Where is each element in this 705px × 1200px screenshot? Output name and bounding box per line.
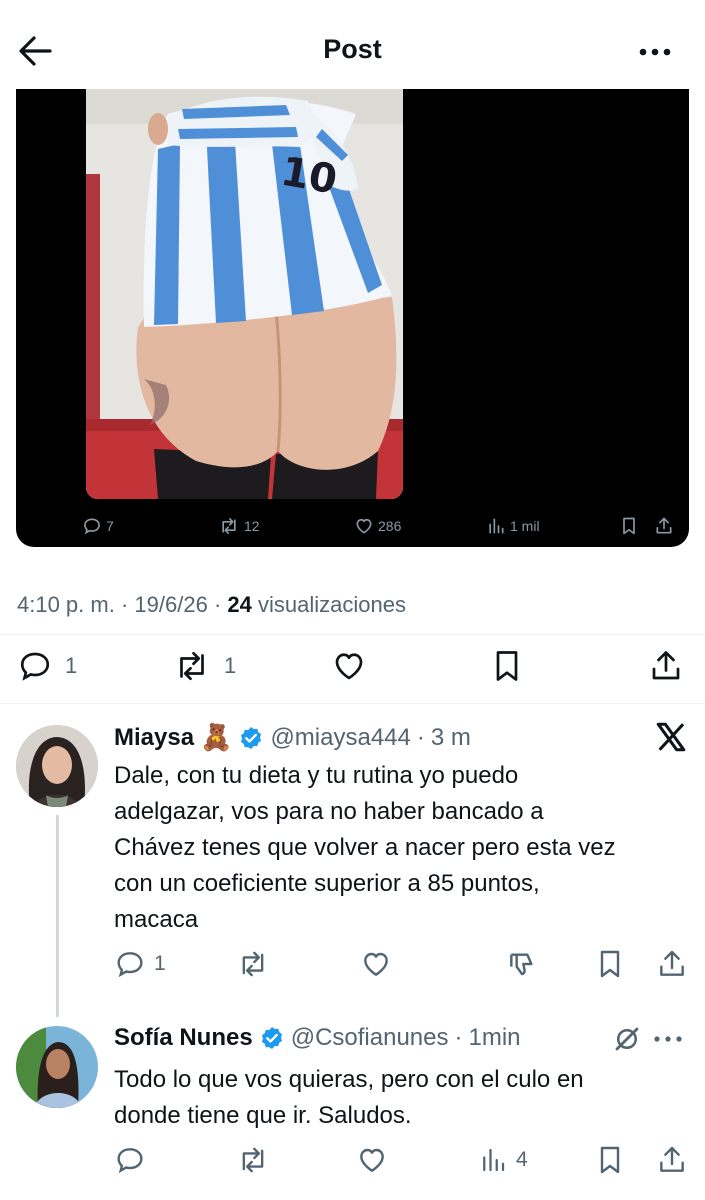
reply-icon bbox=[117, 1148, 143, 1174]
verified-badge-icon bbox=[261, 1026, 282, 1050]
thread-line bbox=[56, 815, 59, 1017]
reply-text: Todo lo que vos quieras, pero con el cul… bbox=[114, 1066, 584, 1129]
share-button[interactable] bbox=[648, 648, 684, 684]
media-repost-button[interactable]: 12 bbox=[218, 513, 260, 539]
bookmark-icon bbox=[600, 1146, 620, 1174]
reply-like-button[interactable] bbox=[356, 1144, 388, 1176]
repost-icon bbox=[180, 651, 204, 681]
media-reply-button[interactable]: 7 bbox=[82, 513, 114, 539]
reply-share-button[interactable] bbox=[656, 1144, 688, 1176]
reply-reply-count: 1 bbox=[154, 952, 166, 975]
reply-share-button[interactable] bbox=[656, 948, 688, 980]
grok-button[interactable] bbox=[612, 1024, 642, 1054]
reply-icon bbox=[84, 518, 100, 535]
avatar[interactable] bbox=[16, 1026, 98, 1108]
reply-header: Sofía Nunes @Csofianunes · 1min bbox=[114, 1024, 521, 1052]
media-views-button[interactable]: 1 mil bbox=[486, 513, 540, 539]
media-share-button[interactable] bbox=[654, 513, 674, 539]
more-horizontal-icon bbox=[639, 48, 671, 56]
heart-icon bbox=[335, 653, 363, 680]
post-views-label: visualizaciones bbox=[258, 592, 406, 617]
media-like-button[interactable]: 286 bbox=[354, 513, 401, 539]
reply-action-bar: 1 bbox=[0, 948, 705, 984]
bookmark-icon bbox=[600, 950, 620, 978]
reply-downvote-button[interactable] bbox=[506, 948, 538, 980]
heart-icon bbox=[364, 952, 388, 976]
repost-icon bbox=[222, 518, 236, 534]
media-views-count: 1 mil bbox=[510, 518, 540, 534]
share-icon bbox=[660, 950, 684, 976]
bar-chart-icon bbox=[483, 1148, 505, 1172]
reply-views-count: 4 bbox=[516, 1148, 528, 1171]
reply-button[interactable]: 1 bbox=[17, 648, 77, 684]
reply-repost-button[interactable] bbox=[236, 948, 270, 980]
reply-bookmark-button[interactable] bbox=[596, 1144, 624, 1176]
x-logo-button[interactable] bbox=[654, 720, 688, 754]
heart-icon bbox=[360, 1148, 384, 1172]
reply-like-button[interactable] bbox=[360, 948, 392, 980]
reply-header: Miaysa 🧸 @miaysa444 · 3 m bbox=[114, 722, 471, 752]
reply-author-name[interactable]: Miaysa bbox=[114, 724, 194, 752]
bar-chart-icon bbox=[489, 518, 504, 534]
media-reply-count: 7 bbox=[106, 518, 114, 534]
reply-author-emoji: 🧸 bbox=[200, 722, 233, 752]
reply-icon bbox=[117, 952, 143, 978]
reply-author-name[interactable]: Sofía Nunes bbox=[114, 1024, 253, 1052]
post-views-count: 24 bbox=[227, 592, 252, 617]
quoted-media-card[interactable]: 10 7 12 286 1 mil bbox=[16, 89, 689, 547]
verified-badge-icon bbox=[241, 726, 262, 749]
page-title: Post bbox=[323, 34, 382, 64]
share-icon bbox=[660, 1146, 684, 1172]
reply-reply-button[interactable]: 1 bbox=[114, 948, 166, 980]
reply-text: Dale, con tu dieta y tu rutina yo puedo … bbox=[114, 762, 616, 933]
x-logo-icon bbox=[656, 722, 686, 752]
post-meta: 4:10 p. m. · 19/6/26 · 24 visualizacione… bbox=[17, 592, 406, 617]
media-action-bar: 7 12 286 1 mil bbox=[16, 513, 689, 539]
media-bookmark-button[interactable] bbox=[620, 513, 638, 539]
reply-author-handle[interactable]: @miaysa444 bbox=[270, 724, 410, 752]
reply-views-button[interactable]: 4 bbox=[478, 1144, 528, 1176]
media-repost-count: 12 bbox=[244, 518, 260, 534]
more-options-button[interactable] bbox=[632, 32, 678, 72]
bookmark-button[interactable] bbox=[490, 648, 524, 684]
share-icon bbox=[656, 517, 672, 534]
reply-repost-button[interactable] bbox=[236, 1144, 270, 1176]
reply-reply-button[interactable] bbox=[114, 1144, 146, 1176]
reply-bookmark-button[interactable] bbox=[596, 948, 624, 980]
post-time: 4:10 p. m. bbox=[17, 592, 115, 617]
like-button[interactable] bbox=[330, 648, 368, 684]
thumbs-down-icon bbox=[510, 953, 533, 976]
reply-action-bar: 4 bbox=[0, 1144, 705, 1180]
more-horizontal-icon bbox=[654, 1036, 682, 1042]
divider bbox=[0, 703, 705, 704]
reply-time: 3 m bbox=[430, 723, 471, 751]
divider bbox=[0, 634, 705, 635]
reply-icon bbox=[20, 652, 50, 681]
reply-author-handle[interactable]: @Csofianunes bbox=[291, 1024, 449, 1052]
bookmark-icon bbox=[623, 517, 635, 535]
grok-icon bbox=[615, 1027, 639, 1051]
reply-time: 1min bbox=[468, 1024, 521, 1051]
post-date: 19/6/26 bbox=[134, 592, 208, 617]
jersey-number: 10 bbox=[278, 149, 341, 204]
reply-more-button[interactable] bbox=[648, 1024, 688, 1054]
repost-icon bbox=[242, 1147, 264, 1173]
reply-count: 1 bbox=[65, 653, 78, 678]
repost-icon bbox=[242, 951, 264, 977]
share-icon bbox=[652, 651, 680, 680]
bookmark-icon bbox=[496, 651, 518, 681]
post-image[interactable]: 10 bbox=[86, 89, 403, 499]
repost-count: 1 bbox=[224, 653, 237, 678]
repost-button[interactable]: 1 bbox=[172, 648, 236, 684]
heart-icon bbox=[356, 518, 372, 534]
avatar[interactable] bbox=[16, 725, 98, 807]
media-like-count: 286 bbox=[378, 518, 402, 534]
